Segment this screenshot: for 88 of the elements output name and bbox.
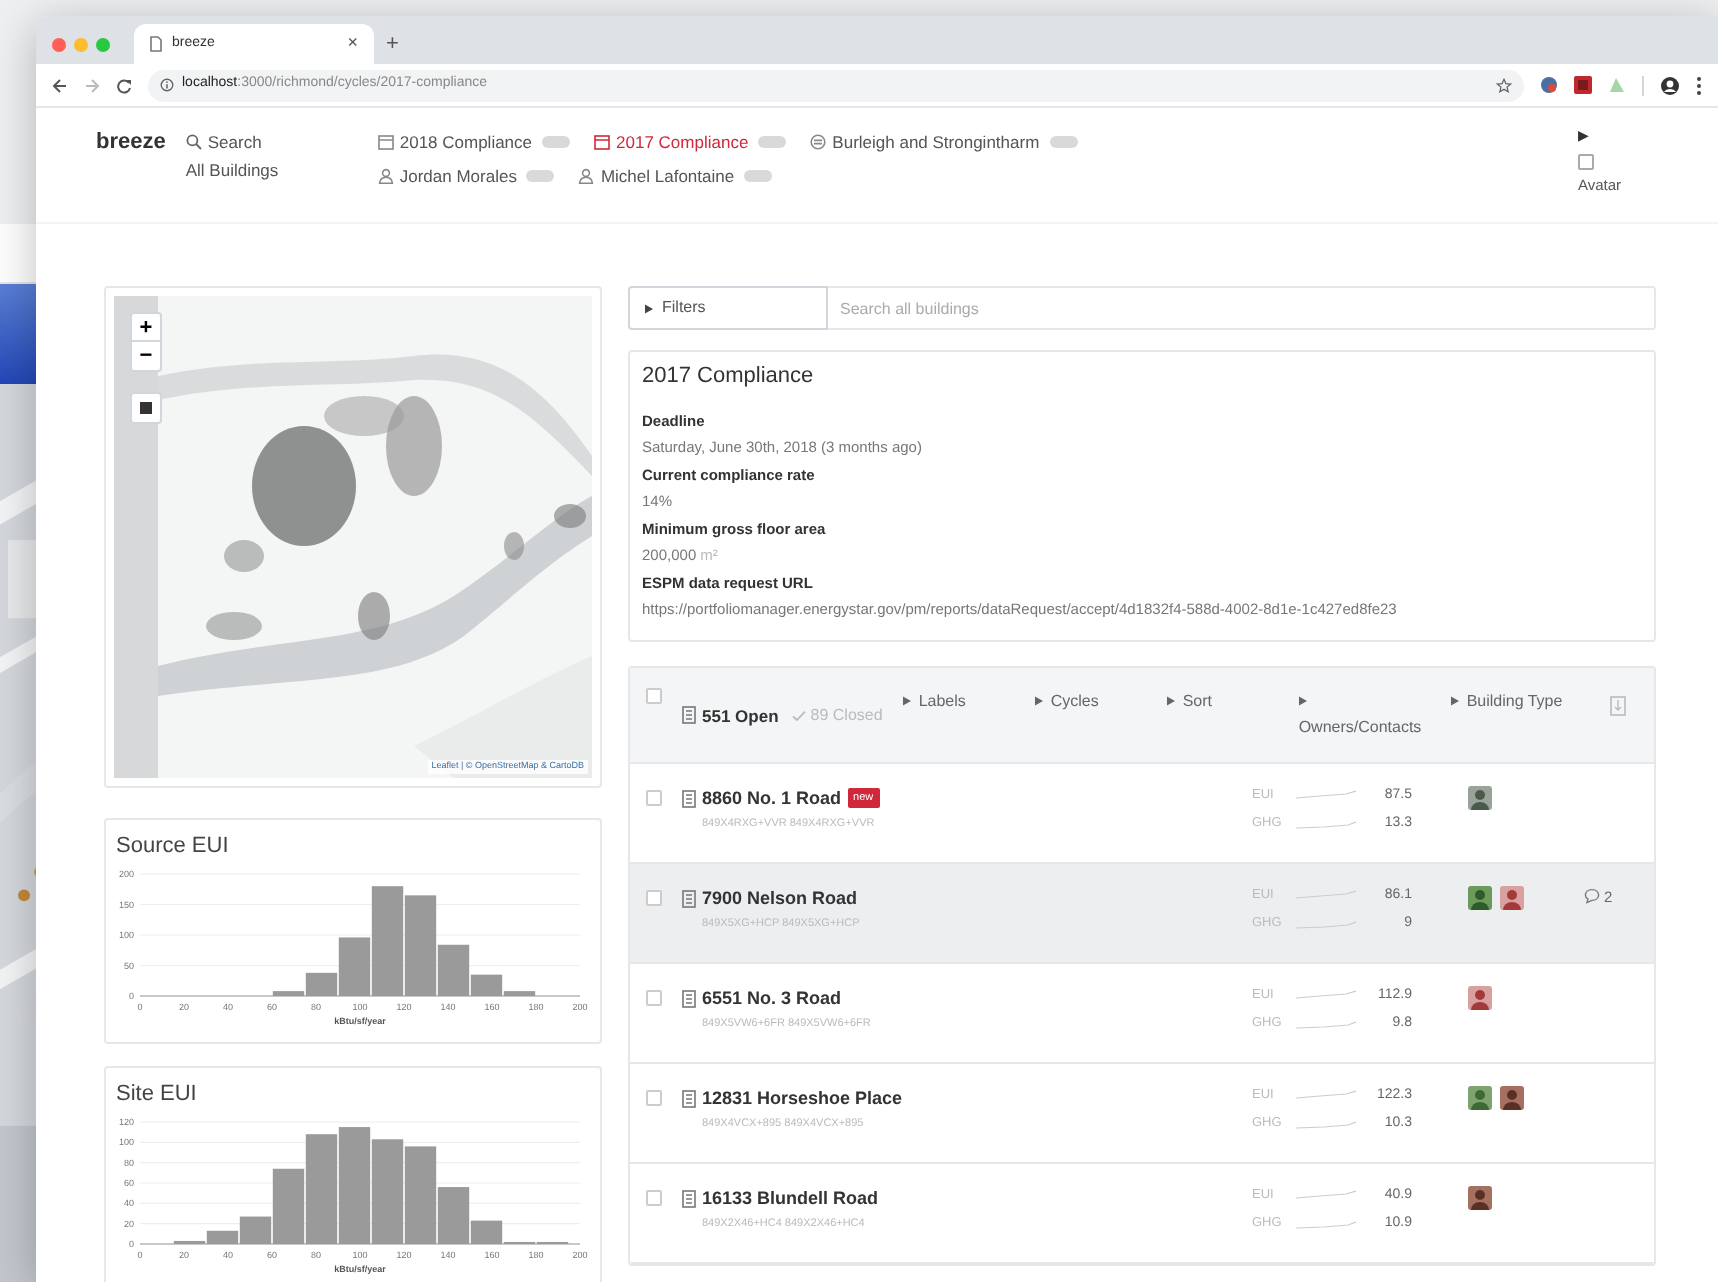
- minimize-button[interactable]: [74, 37, 88, 51]
- building-icon: [682, 989, 696, 1008]
- chart-title: Source EUI: [116, 832, 231, 862]
- caret-icon: [1166, 695, 1177, 706]
- star-icon[interactable]: [1496, 77, 1512, 93]
- tab-close-button[interactable]: ×: [347, 30, 358, 58]
- search-link[interactable]: Search: [185, 128, 262, 156]
- sparkline: [1296, 1119, 1356, 1130]
- sparkline: [1296, 1090, 1356, 1101]
- dropdown-toggle[interactable]: Labels: [902, 687, 1035, 713]
- sparkline: [1296, 1190, 1356, 1201]
- building-icon: [682, 706, 696, 725]
- building-name[interactable]: 12831 Horseshoe Place: [702, 1085, 903, 1112]
- row-checkbox[interactable]: [646, 1089, 662, 1105]
- dropdown-toggle[interactable]: Sort: [1166, 687, 1299, 713]
- count-badge: [1049, 136, 1078, 148]
- nav-tab[interactable]: Jordan Morales: [377, 162, 555, 190]
- sparkline: [1296, 990, 1356, 1001]
- logo[interactable]: breeze: [96, 126, 166, 159]
- close-button[interactable]: [52, 37, 66, 51]
- calendar-icon: [377, 134, 394, 150]
- back-icon[interactable]: [52, 77, 68, 93]
- filters-button[interactable]: Filters: [628, 286, 828, 330]
- dropdown-toggle[interactable]: Cycles: [1034, 687, 1167, 713]
- caret-icon: [1298, 695, 1309, 706]
- maximize-button[interactable]: [96, 37, 110, 51]
- count-badge: [526, 170, 555, 182]
- count-badge: [542, 136, 571, 148]
- sparkline: [1296, 1019, 1356, 1030]
- row-checkbox[interactable]: [646, 989, 662, 1005]
- select-all-checkbox[interactable]: [646, 687, 662, 703]
- nav-tab[interactable]: 2018 Compliance: [377, 128, 571, 156]
- sparkline: [1296, 890, 1356, 901]
- sparkline: [1296, 790, 1356, 801]
- sparkline: [1296, 919, 1356, 930]
- avatar-checkbox[interactable]: [1578, 153, 1594, 169]
- calendar-icon: [594, 134, 611, 150]
- search-field[interactable]: Search all buildings: [828, 286, 1656, 330]
- histogram-bar: [338, 1126, 371, 1243]
- caret-icon: [644, 303, 654, 313]
- count-badge: [744, 170, 773, 182]
- all-buildings-link[interactable]: All Buildings: [185, 156, 279, 184]
- check-icon: [792, 709, 807, 722]
- nav-tab[interactable]: Burleigh and Strongintharm: [810, 128, 1078, 156]
- caret-icon: [902, 695, 913, 706]
- card-title: 2017 Compliance: [642, 364, 816, 391]
- building-icon: [682, 1089, 696, 1108]
- building-name[interactable]: 16133 Blundell Road: [702, 1185, 879, 1212]
- building-name[interactable]: 6551 No. 3 Road: [702, 985, 842, 1012]
- fullscreen-button[interactable]: [130, 392, 162, 424]
- building-icon: [682, 789, 696, 808]
- sparkline: [1296, 819, 1356, 830]
- menu-icon[interactable]: [1696, 75, 1702, 95]
- sparkline: [1296, 1219, 1356, 1230]
- building-name[interactable]: 8860 No. 1 Road: [702, 785, 842, 812]
- info-icon[interactable]: [160, 78, 174, 92]
- page-icon: [150, 36, 162, 52]
- zoom-in-button[interactable]: +: [132, 314, 160, 342]
- person-icon: [377, 168, 394, 184]
- square-icon: [140, 402, 152, 414]
- search-icon: [185, 134, 202, 150]
- new-tab-button[interactable]: +: [386, 24, 399, 64]
- zoom-out-button[interactable]: −: [132, 342, 160, 370]
- profile-icon[interactable]: [1660, 75, 1680, 95]
- dropdown-toggle[interactable]: Owners/Contacts: [1298, 687, 1451, 739]
- reload-icon[interactable]: [116, 77, 132, 93]
- person-icon: [578, 168, 595, 184]
- histogram-bar: [371, 1138, 404, 1243]
- extension-icon[interactable]: [1540, 76, 1558, 94]
- nav-tab[interactable]: Michel Lafontaine: [578, 162, 773, 190]
- comment-icon: [1584, 888, 1600, 905]
- dropdown-toggle[interactable]: Building Type: [1450, 687, 1579, 713]
- row-checkbox[interactable]: [646, 1189, 662, 1205]
- building-name[interactable]: 7900 Nelson Road: [702, 885, 858, 912]
- building-icon: [682, 889, 696, 908]
- caret-icon: [1034, 695, 1045, 706]
- selected-item: [0, 284, 36, 384]
- chart-title: Site EUI: [116, 1080, 199, 1110]
- row-checkbox[interactable]: [646, 789, 662, 805]
- group-icon: [810, 134, 827, 150]
- export-icon[interactable]: [1610, 695, 1626, 715]
- nav-tab[interactable]: 2017 Compliance: [594, 128, 787, 156]
- caret-icon: [1450, 695, 1461, 706]
- open-count-tab[interactable]: 551 Open: [702, 703, 779, 729]
- row-checkbox[interactable]: [646, 889, 662, 905]
- building-icon: [682, 1189, 696, 1208]
- count-badge: [758, 136, 787, 148]
- forward-icon[interactable]: [84, 77, 100, 93]
